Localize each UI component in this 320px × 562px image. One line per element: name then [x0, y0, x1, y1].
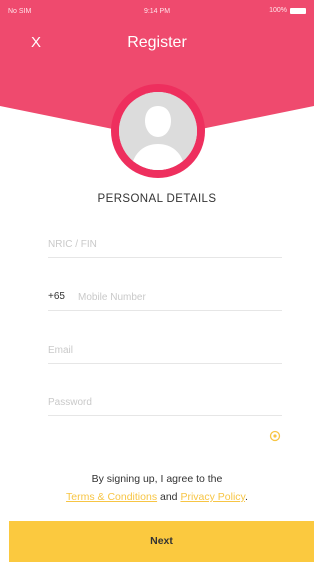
- avatar[interactable]: [111, 84, 205, 178]
- agreement-text: By signing up, I agree to the: [91, 473, 223, 485]
- mobile-input[interactable]: [78, 285, 282, 309]
- period-text: .: [245, 491, 248, 503]
- password-input[interactable]: [48, 390, 282, 414]
- and-text: and: [160, 491, 178, 503]
- agreement-links: Terms & Conditions and Privacy Policy.: [0, 491, 314, 503]
- email-input[interactable]: [48, 338, 282, 362]
- nric-field[interactable]: [48, 232, 282, 258]
- country-code[interactable]: +65: [48, 291, 65, 302]
- battery-icon: [290, 7, 306, 14]
- status-bar: No SIM 9:14 PM 100%: [0, 0, 314, 22]
- mobile-field[interactable]: +65: [48, 285, 282, 311]
- page-title: Register: [127, 34, 187, 51]
- nric-input[interactable]: [48, 232, 282, 256]
- password-field[interactable]: [48, 390, 282, 416]
- battery-status: 100%: [269, 7, 306, 14]
- terms-link[interactable]: Terms & Conditions: [66, 491, 157, 503]
- user-avatar-icon: [119, 92, 197, 170]
- email-field[interactable]: [48, 338, 282, 364]
- eye-icon[interactable]: [269, 430, 281, 442]
- status-time: 9:14 PM: [143, 8, 171, 15]
- privacy-link[interactable]: Privacy Policy: [180, 491, 245, 503]
- battery-percent: 100%: [269, 7, 287, 14]
- next-button[interactable]: Next: [9, 521, 314, 562]
- section-title: PERSONAL DETAILS: [97, 193, 217, 205]
